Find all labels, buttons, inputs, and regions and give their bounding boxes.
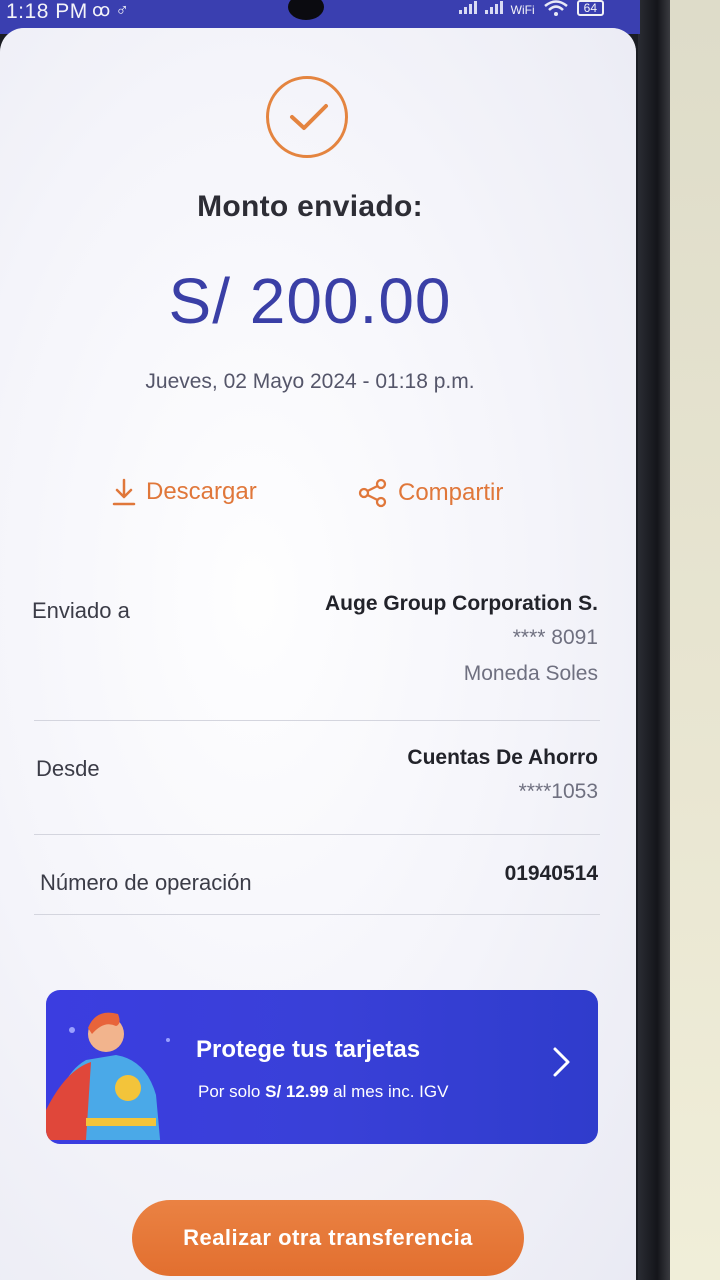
receipt-card: Monto enviado: S/ 200.00 Jueves, 02 Mayo… <box>0 28 636 1280</box>
operation-number-value: 01940514 <box>504 862 598 885</box>
share-icon <box>358 478 387 508</box>
signal-icon-2 <box>484 0 503 14</box>
new-transfer-button[interactable]: Realizar otra transferencia <box>132 1200 524 1276</box>
operation-number-label: Número de operación <box>40 870 252 895</box>
superhero-illustration <box>46 1012 170 1140</box>
wifi-label: WiFi <box>510 3 535 17</box>
battery-icon: 64 <box>576 0 604 16</box>
divider <box>34 914 600 915</box>
source-account-number: ****1053 <box>518 780 598 803</box>
download-label: Descargar <box>146 478 257 505</box>
recipient-account: **** 8091 <box>512 626 598 649</box>
front-camera <box>288 0 324 20</box>
voicemail-icon: ꝏ ♂ <box>92 0 129 20</box>
sent-to-label: Enviado a <box>32 598 130 623</box>
promo-subtitle: Por solo S/ 12.99 al mes inc. IGV <box>198 1082 449 1101</box>
status-right-icons: WiFi 64 <box>458 0 604 17</box>
wifi-icon <box>543 0 568 16</box>
download-button[interactable]: Descargar <box>112 478 257 506</box>
status-time: 1:18 PM <box>6 0 88 23</box>
success-check-icon <box>266 76 348 158</box>
chevron-right-icon <box>553 1047 570 1077</box>
from-label: Desde <box>36 756 100 781</box>
promo-price: S/ 12.99 <box>265 1082 329 1101</box>
signal-icon <box>458 0 477 14</box>
recipient-currency: Moneda Soles <box>463 662 598 685</box>
phone-frame-edge <box>638 0 670 1280</box>
divider <box>34 720 600 721</box>
promo-title: Protege tus tarjetas <box>196 1036 421 1063</box>
recipient-name: Auge Group Corporation S. <box>325 592 598 615</box>
amount-value: S/ 200.00 <box>168 265 452 337</box>
share-label: Compartir <box>398 479 504 506</box>
share-button[interactable]: Compartir <box>358 478 503 508</box>
divider <box>34 834 600 835</box>
amount-sent-title: Monto enviado: <box>197 190 423 223</box>
card-protection-promo-banner[interactable]: Protege tus tarjetas Por solo S/ 12.99 a… <box>46 990 598 1144</box>
source-account-name: Cuentas De Ahorro <box>407 746 598 769</box>
download-icon <box>112 478 136 506</box>
transaction-datetime: Jueves, 02 Mayo 2024 - 01:18 p.m. <box>145 370 475 393</box>
